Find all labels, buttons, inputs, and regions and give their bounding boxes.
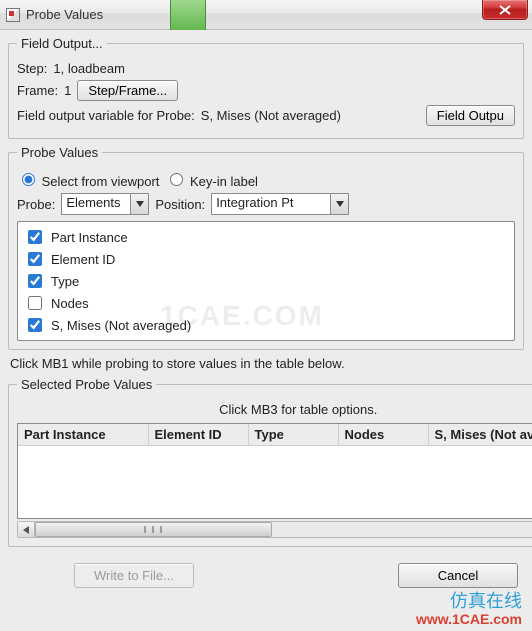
probe-values-group: Probe Values Select from viewport Key-in… [8,145,524,350]
horizontal-scrollbar[interactable] [17,521,532,538]
position-select[interactable]: Integration Pt [211,193,349,215]
radio-keyin-input[interactable] [170,173,183,186]
chevron-left-icon [23,526,29,534]
dialog-buttons: Write to File... Cancel [0,553,532,592]
probe-select[interactable]: Elements [61,193,149,215]
window-title: Probe Values [26,7,103,22]
field-output-button[interactable]: Field Outpu [426,105,515,126]
app-icon [6,8,20,22]
title-accent [170,0,206,30]
check-item[interactable]: Part Instance [24,226,508,248]
col-element-id[interactable]: Element ID [148,424,248,446]
probe-label: Probe: [17,197,55,212]
radio-select-viewport[interactable]: Select from viewport [17,170,159,189]
close-icon [499,5,511,15]
check-item[interactable]: Element ID [24,248,508,270]
close-button[interactable] [482,0,528,20]
watermark-brand: 仿真在线 [416,592,522,612]
check-part-instance[interactable] [28,230,42,244]
radio-select-viewport-label: Select from viewport [42,174,160,189]
title-bar: Probe Values [0,0,532,30]
table-caption: Click MB3 for table options. [17,402,532,417]
frame-label: Frame: [17,83,58,98]
selected-values-legend: Selected Probe Values [17,377,156,392]
scroll-track[interactable] [35,522,532,537]
chevron-down-icon [131,193,149,215]
variable-value: S, Mises (Not averaged) [201,108,341,123]
check-nodes[interactable] [28,296,42,310]
step-value: 1, loadbeam [53,61,125,76]
chevron-down-icon [331,193,349,215]
watermark-footer: 仿真在线 www.1CAE.com [416,592,522,627]
position-select-value: Integration Pt [211,193,331,215]
radio-keyin-label: Key-in label [190,174,258,189]
position-label: Position: [155,197,205,212]
check-label: Type [51,274,79,289]
step-frame-button[interactable]: Step/Frame... [77,80,178,101]
check-label: Element ID [51,252,115,267]
col-part-instance[interactable]: Part Instance [18,424,148,446]
write-to-file-button[interactable]: Write to File... [74,563,194,588]
radio-keyin-label-option[interactable]: Key-in label [165,170,258,189]
frame-value: 1 [64,83,71,98]
check-element-id[interactable] [28,252,42,266]
field-output-group: Field Output... Step: 1, loadbeam Frame:… [8,36,524,139]
probe-select-value: Elements [61,193,131,215]
cancel-button[interactable]: Cancel [398,563,518,588]
check-label: S, Mises (Not averaged) [51,318,191,333]
check-label: Nodes [51,296,89,311]
check-s-mises[interactable] [28,318,42,332]
check-item[interactable]: S, Mises (Not averaged) [24,314,508,336]
probe-hint: Click MB1 while probing to store values … [10,356,522,371]
col-nodes[interactable]: Nodes [338,424,428,446]
check-item[interactable]: Type [24,270,508,292]
check-item[interactable]: Nodes [24,292,508,314]
watermark-url: www.1CAE.com [416,612,522,627]
selected-values-group: Selected Probe Values Click MB3 for tabl… [8,377,532,547]
results-table[interactable]: Part Instance Element ID Type Nodes S, M… [17,423,532,519]
probe-values-legend: Probe Values [17,145,102,160]
col-s-mises[interactable]: S, Mises (Not ave [428,424,532,446]
scroll-thumb[interactable] [35,522,272,537]
check-label: Part Instance [51,230,128,245]
step-label: Step: [17,61,47,76]
check-type[interactable] [28,274,42,288]
field-output-legend: Field Output... [17,36,107,51]
col-type[interactable]: Type [248,424,338,446]
variable-label: Field output variable for Probe: [17,108,195,123]
table-header-row: Part Instance Element ID Type Nodes S, M… [18,424,532,446]
probe-checklist: Part Instance Element ID Type Nodes S, M… [17,221,515,341]
radio-select-viewport-input[interactable] [22,173,35,186]
scroll-left-button[interactable] [18,522,35,537]
